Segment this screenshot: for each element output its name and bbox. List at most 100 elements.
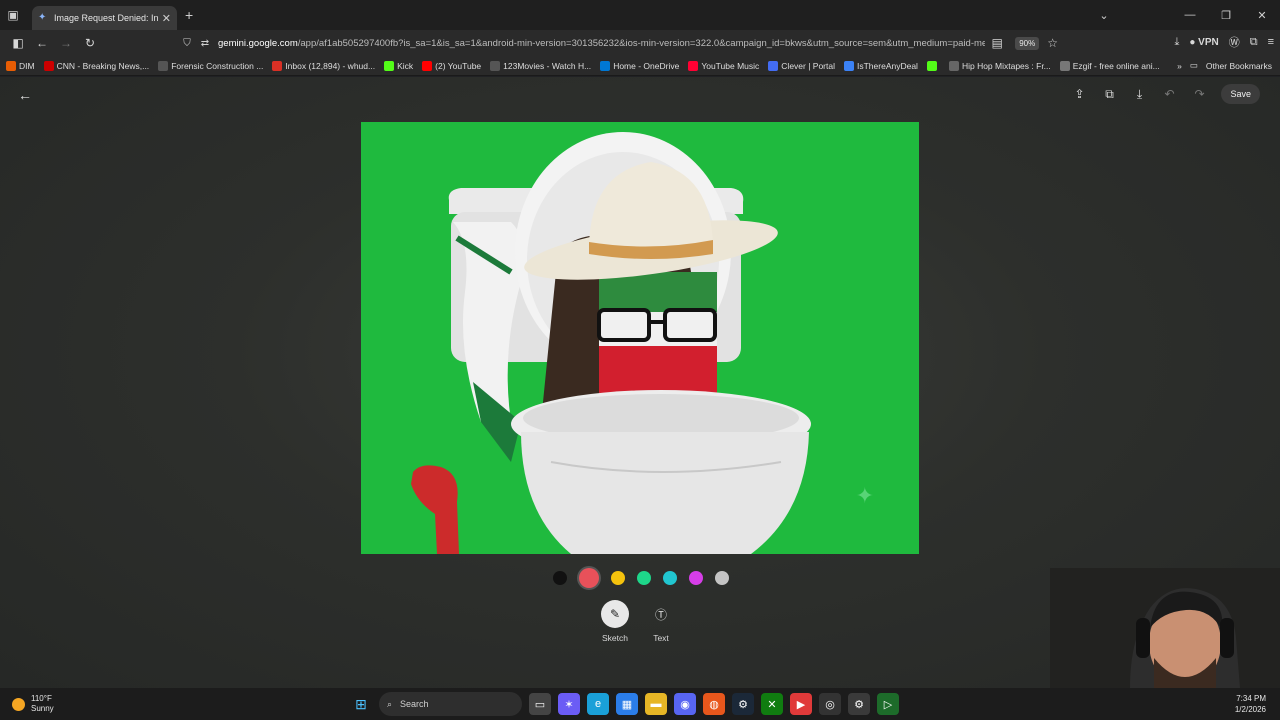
color-swatch-green[interactable] xyxy=(637,571,651,585)
downloads-icon[interactable]: ⤓ xyxy=(1174,36,1179,49)
xbox-icon[interactable]: ✕ xyxy=(761,693,783,715)
bookmark-label: DIM xyxy=(19,60,35,71)
minimize-icon[interactable]: — xyxy=(1172,9,1208,21)
bookmark-label: Inbox (12,894) - whud... xyxy=(285,60,376,71)
undo-icon[interactable]: ↶ xyxy=(1161,87,1177,101)
sketch-icon[interactable]: ✎ xyxy=(601,600,629,628)
bookmark-label: Hip Hop Mixtapes : Fr... xyxy=(961,60,1051,71)
onedrive-icon xyxy=(600,60,611,71)
tab-active[interactable]: ✦ Image Request Denied: Inappro ✕ xyxy=(32,6,177,30)
ezgif-icon xyxy=(1059,60,1070,71)
overflow-chevron-icon[interactable]: » xyxy=(1177,61,1182,71)
windows-start-icon[interactable]: ⊞ xyxy=(350,693,372,715)
copilot-icon[interactable]: ✶ xyxy=(558,693,580,715)
bookmark-item[interactable]: IsThereAnyDeal xyxy=(844,60,918,71)
download-icon[interactable]: ⤓ xyxy=(1131,87,1147,102)
youtube-music-icon xyxy=(688,60,699,71)
copy-icon[interactable]: ⧉ xyxy=(1101,87,1117,102)
color-swatch-black[interactable] xyxy=(553,571,567,585)
image-canvas[interactable]: ✦ xyxy=(361,122,919,554)
share-icon[interactable]: ⇪ xyxy=(1071,87,1087,101)
window-close-icon[interactable]: ✕ xyxy=(1244,9,1280,22)
steam-icon[interactable]: ⚙ xyxy=(732,693,754,715)
address-bar[interactable]: ⛉ ⇄ gemini.google.com/app/af1ab505297400… xyxy=(178,33,1058,53)
bookmark-item[interactable]: Home - OneDrive xyxy=(600,60,679,71)
tool-modes: ✎ Sketch Ⓣ Text xyxy=(600,600,676,643)
forward-icon[interactable]: → xyxy=(54,36,78,50)
discord-icon[interactable]: ◉ xyxy=(674,693,696,715)
sketch-label: Sketch xyxy=(602,633,628,643)
file-explorer-icon[interactable]: ▬ xyxy=(645,693,667,715)
media-player-icon[interactable]: ▶ xyxy=(790,693,812,715)
tab-close-icon[interactable]: ✕ xyxy=(162,12,171,25)
bookmark-item[interactable]: DIM xyxy=(6,60,35,71)
weather-widget[interactable]: 110°F Sunny xyxy=(12,694,54,714)
bookmark-item[interactable] xyxy=(926,60,940,71)
firefox-icon[interactable]: ◍ xyxy=(703,693,725,715)
taskbar-search[interactable]: ⌕ Search xyxy=(379,692,522,716)
back-arrow-icon[interactable]: ← xyxy=(18,87,32,103)
vpn-button[interactable]: ● VPN xyxy=(1189,37,1218,48)
color-swatch-yellow[interactable] xyxy=(611,571,625,585)
menu-icon[interactable]: ≡ xyxy=(1268,36,1274,48)
bookmark-label: Kick xyxy=(397,60,414,71)
folder-icon: ▭ xyxy=(1189,60,1198,70)
clock-time: 7:34 PM xyxy=(1236,694,1266,703)
bookmark-item[interactable]: (2) YouTube xyxy=(422,60,481,71)
site-settings-icon[interactable]: ⇄ xyxy=(196,38,214,49)
store-icon[interactable]: ▦ xyxy=(616,693,638,715)
extensions-icon[interactable]: ⧉ xyxy=(1250,36,1258,49)
weather-desc: Sunny xyxy=(31,704,54,713)
bookmark-label: CNN - Breaking News,... xyxy=(56,60,150,71)
bookmark-item[interactable]: CNN - Breaking News,... xyxy=(43,60,150,71)
bookmark-item[interactable]: Kick xyxy=(384,60,414,71)
bookmark-item[interactable]: Ezgif - free online ani... xyxy=(1059,60,1160,71)
reader-mode-icon[interactable]: ▤ xyxy=(985,36,1009,50)
terminal-icon[interactable]: ▷ xyxy=(877,693,899,715)
url-text[interactable]: gemini.google.com/app/af1ab505297400fb?i… xyxy=(214,38,985,49)
sun-icon xyxy=(12,697,25,711)
bookmark-item[interactable]: YouTube Music xyxy=(688,60,759,71)
reload-icon[interactable]: ↻ xyxy=(78,36,102,50)
obs-icon[interactable]: ◎ xyxy=(819,693,841,715)
kick-icon xyxy=(926,60,937,71)
sketch-mode[interactable]: ✎ Sketch xyxy=(600,600,630,643)
tab-search-chevron-icon[interactable]: ⌄ xyxy=(1086,9,1122,22)
back-icon[interactable]: ← xyxy=(30,36,54,50)
webcam-person xyxy=(1050,568,1280,688)
text-tool-icon[interactable]: Ⓣ xyxy=(647,600,675,628)
other-bookmarks-label: Other Bookmarks xyxy=(1205,60,1272,71)
bookmark-star-icon[interactable]: ☆ xyxy=(1047,36,1058,50)
wallet-icon[interactable]: Ⓦ xyxy=(1229,34,1240,50)
tab-actions-icon[interactable]: ▣ xyxy=(0,0,26,30)
new-tab-icon[interactable]: + xyxy=(185,7,193,23)
redo-icon[interactable]: ↷ xyxy=(1191,87,1207,101)
restore-icon[interactable]: ❐ xyxy=(1208,9,1244,22)
settings-icon[interactable]: ⚙ xyxy=(848,693,870,715)
bookmark-item[interactable]: 123Movies - Watch H... xyxy=(490,60,591,71)
bookmark-item[interactable]: Clever | Portal xyxy=(768,60,835,71)
workspaces-icon[interactable]: ◧ xyxy=(6,36,30,50)
gmail-icon xyxy=(272,60,283,71)
task-view-icon[interactable]: ▭ xyxy=(529,693,551,715)
color-swatch-gray[interactable] xyxy=(715,571,729,585)
zoom-badge[interactable]: 90% xyxy=(1015,36,1040,50)
edge-icon[interactable]: e xyxy=(587,693,609,715)
bookmark-item[interactable]: Forensic Construction ... xyxy=(158,60,263,71)
save-button[interactable]: Save xyxy=(1221,84,1260,104)
bookmark-item[interactable]: Hip Hop Mixtapes : Fr... xyxy=(948,60,1051,71)
youtube-icon xyxy=(422,60,433,71)
color-swatch-teal[interactable] xyxy=(663,571,677,585)
color-swatch-red[interactable] xyxy=(579,568,599,588)
other-bookmarks[interactable]: » ▭ Other Bookmarks xyxy=(1177,60,1272,71)
tab-strip: ▣ ✦ Image Request Denied: Inappro ✕ + ⌄ … xyxy=(0,0,1280,30)
clock-date: 1/2/2026 xyxy=(1234,705,1266,714)
globe-icon xyxy=(490,60,501,71)
shield-icon[interactable]: ⛉ xyxy=(178,38,196,49)
bookmarks-bar: DIM CNN - Breaking News,... Forensic Const… xyxy=(0,56,1280,76)
system-clock[interactable]: 7:34 PM 1/2/2026 xyxy=(1235,693,1266,715)
bookmark-item[interactable]: Inbox (12,894) - whud... xyxy=(272,60,376,71)
taskbar: 110°F Sunny ⊞ ⌕ Search ▭ ✶ e ▦ ▬ ◉ ◍ ⚙ ✕… xyxy=(0,688,1280,720)
text-mode[interactable]: Ⓣ Text xyxy=(646,600,676,644)
color-swatch-magenta[interactable] xyxy=(689,571,703,585)
